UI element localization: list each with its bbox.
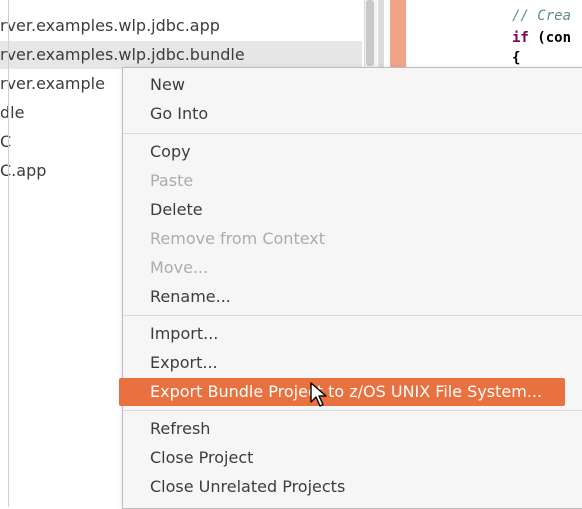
- tree-item-label: dle: [0, 103, 25, 122]
- tree-item-jdbc-bundle[interactable]: rver.examples.wlp.jdbc.bundle: [0, 41, 362, 69]
- tree-item-label: C: [0, 132, 12, 151]
- tree-item-c-app[interactable]: C.app: [0, 157, 46, 185]
- menu-item-label: Delete: [150, 200, 203, 219]
- menu-item-go-into[interactable]: Go Into: [123, 100, 582, 128]
- tree-item-dle[interactable]: dle: [0, 99, 24, 127]
- menu-item-label: Export Bundle Project to z/OS UNIX File …: [150, 382, 543, 401]
- context-menu: New Go Into Copy Paste Delete Remove fro…: [119, 67, 582, 509]
- menu-item-label: Close Unrelated Projects: [150, 477, 346, 496]
- menu-item-delete[interactable]: Delete: [123, 196, 582, 224]
- code-line-brace: {: [512, 50, 521, 66]
- menu-item-label: Copy: [150, 142, 191, 161]
- tree-item-label: C.app: [0, 161, 47, 180]
- menu-item-label: Paste: [150, 171, 194, 190]
- menu-item-move: Move...: [123, 254, 582, 282]
- menu-item-label: Remove from Context: [150, 229, 326, 248]
- menu-item-label: Go Into: [150, 104, 209, 123]
- menu-item-label: Close Project: [150, 448, 254, 467]
- menu-item-export-bundle-zos[interactable]: Export Bundle Project to z/OS UNIX File …: [119, 378, 565, 406]
- explorer-scrollbar-thumb[interactable]: [366, 0, 374, 66]
- menu-item-new[interactable]: New: [123, 71, 582, 99]
- menu-item-close-unrelated-projects[interactable]: Close Unrelated Projects: [123, 473, 582, 501]
- menu-separator: [123, 315, 582, 316]
- menu-item-import[interactable]: Import...: [123, 320, 582, 348]
- menu-item-close-project[interactable]: Close Project: [123, 444, 582, 472]
- code-text: (con: [528, 30, 572, 46]
- menu-item-label: Import...: [150, 324, 219, 343]
- menu-item-label: Export...: [150, 353, 218, 372]
- tree-item-label: rver.example: [0, 74, 105, 93]
- menu-separator: [123, 410, 582, 411]
- menu-item-label: Rename...: [150, 287, 231, 306]
- menu-item-rename[interactable]: Rename...: [123, 283, 582, 311]
- menu-item-label: Move...: [150, 258, 209, 277]
- code-line-comment: // Crea: [512, 8, 572, 24]
- menu-item-remove-from-context: Remove from Context: [123, 225, 582, 253]
- menu-item-copy[interactable]: Copy: [123, 138, 582, 166]
- menu-item-paste: Paste: [123, 167, 582, 195]
- menu-item-label: Refresh: [150, 419, 211, 438]
- tree-item-label: rver.examples.wlp.jdbc.bundle: [0, 45, 245, 64]
- menu-item-refresh[interactable]: Refresh: [123, 415, 582, 443]
- tree-item-label: rver.examples.wlp.jdbc.app: [0, 16, 220, 35]
- menu-item-label: New: [150, 75, 185, 94]
- tree-item-example[interactable]: rver.example: [0, 70, 105, 98]
- tree-item-jdbc-app[interactable]: rver.examples.wlp.jdbc.app: [0, 12, 220, 40]
- menu-item-export[interactable]: Export...: [123, 349, 582, 377]
- menu-separator: [123, 133, 582, 134]
- mouse-pointer-icon: [310, 382, 327, 407]
- explorer-left-border: [8, 0, 9, 507]
- code-line-if: if (con: [512, 30, 571, 46]
- code-keyword: if: [512, 30, 529, 46]
- tree-item-c[interactable]: C: [0, 128, 11, 156]
